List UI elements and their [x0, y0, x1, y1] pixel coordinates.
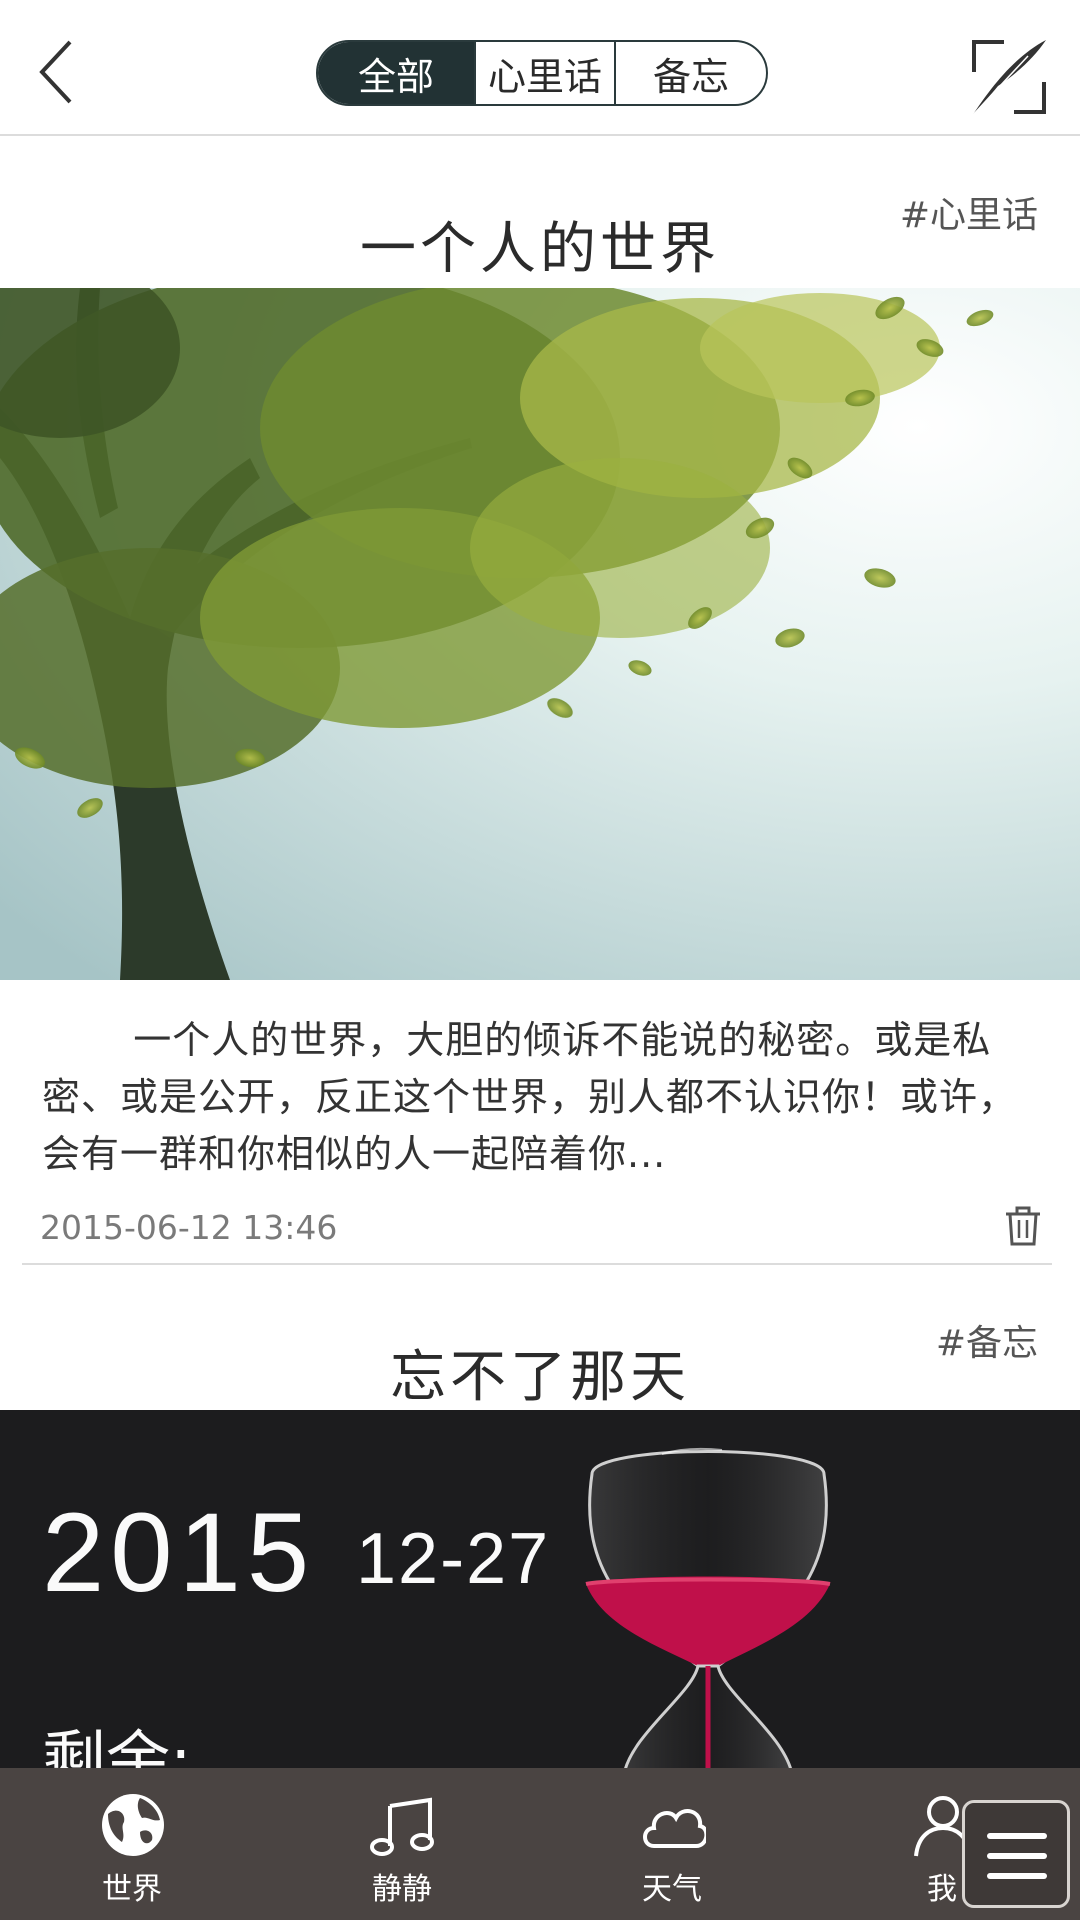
category-tabs: 全部 心里话 备忘: [316, 40, 768, 106]
delete-button[interactable]: [1004, 1206, 1042, 1246]
post-excerpt[interactable]: 一个人的世界，大胆的倾诉不能说的秘密。或是私密、或是公开，反正这个世界，别人都不…: [42, 1012, 1038, 1183]
post-tag[interactable]: #心里话: [900, 186, 1038, 238]
cloud-icon: [643, 1809, 706, 1848]
chevron-left-icon: [39, 40, 72, 104]
tab-heart-words[interactable]: 心里话: [474, 42, 614, 104]
globe-icon: [102, 1794, 164, 1856]
back-button[interactable]: [34, 36, 90, 108]
nav-item-world[interactable]: 世界: [62, 1768, 202, 1920]
tab-all[interactable]: 全部: [318, 42, 474, 104]
compose-button[interactable]: [968, 36, 1050, 118]
nav-item-quiet[interactable]: 静静: [332, 1768, 472, 1920]
trash-icon: [1006, 1206, 1040, 1246]
tree-photo[interactable]: [0, 288, 1080, 980]
countdown-month-day: 12-27: [356, 1519, 551, 1599]
countdown-year: 2015: [42, 1490, 316, 1615]
top-bar: 全部 心里话 备忘: [0, 0, 1080, 136]
nav-label: 静静: [372, 1872, 432, 1907]
tab-memo[interactable]: 备忘: [614, 42, 766, 104]
nav-item-weather[interactable]: 天气: [602, 1768, 742, 1920]
nav-label: 世界: [102, 1872, 162, 1907]
bottom-navigation: 世界 静静 天气 我: [0, 1768, 1080, 1920]
countdown-remain-label: 剩余:: [42, 1725, 192, 1770]
post-tag[interactable]: #备忘: [936, 1314, 1038, 1366]
countdown-image[interactable]: 2015 12-27 剩余:: [0, 1410, 1080, 1770]
post-date: 2015-06-12 13:46: [40, 1208, 338, 1247]
post-title[interactable]: 忘不了那天: [0, 1332, 1080, 1413]
music-note-icon: [370, 1797, 434, 1856]
menu-button[interactable]: [962, 1800, 1070, 1908]
nav-label: 天气: [642, 1872, 702, 1907]
post-divider: [22, 1263, 1052, 1265]
quill-icon: [971, 40, 1046, 117]
hourglass-graphic: [585, 1447, 831, 1770]
